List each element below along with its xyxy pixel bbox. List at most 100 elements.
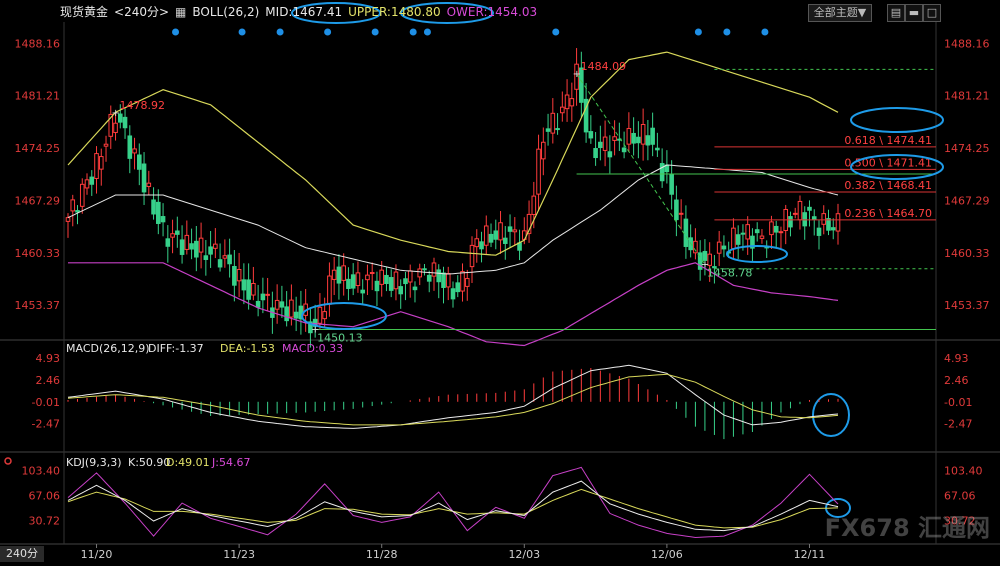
candle-body (792, 212, 798, 215)
candle-body (165, 238, 171, 247)
candle-body (441, 272, 446, 288)
candle-body (754, 229, 760, 234)
candle-body (512, 229, 518, 233)
chart-type-icon[interactable]: ▦ (175, 5, 186, 19)
y-tick-label-right: 1460.33 (944, 247, 990, 260)
kdj-k-line (67, 480, 839, 532)
highlight-ellipse (301, 302, 387, 330)
candle-body (740, 232, 746, 235)
candle-body (113, 122, 118, 134)
candle-body (322, 311, 327, 320)
y-tick-label-left: 1488.16 (15, 37, 61, 50)
candle-body (536, 148, 541, 195)
candle-body (65, 217, 71, 222)
candle-body (640, 124, 646, 145)
candle-body (593, 148, 598, 159)
macd-value-label: MACD:0.33 (282, 342, 343, 355)
candle-body (721, 245, 727, 250)
candle-body (541, 141, 546, 160)
watermark-logo: FX678 汇通网 (825, 514, 990, 542)
candle-body (788, 216, 793, 228)
candle-body (203, 255, 209, 260)
y-tick-label-left: -2.47 (32, 418, 60, 431)
candle-body (136, 154, 142, 170)
candle-body (479, 241, 484, 250)
candle-body (289, 299, 294, 318)
candle-body (483, 225, 489, 246)
candle-body (75, 210, 80, 213)
y-tick-label-left: 30.72 (29, 515, 61, 528)
candle-body (346, 278, 351, 289)
candle-body (555, 128, 560, 131)
boll-upper-value: UPPER:1480.80 (348, 5, 441, 19)
kdj-k-label: K:50.90 (128, 456, 170, 469)
event-marker (694, 28, 702, 36)
candle-body (507, 226, 513, 232)
candle-body (773, 225, 779, 233)
candle-body (493, 230, 499, 240)
theme-select-button[interactable]: 全部主题▼ (808, 4, 872, 22)
candle-body (156, 201, 161, 224)
candle-body (327, 275, 332, 305)
y-tick-label-right: 1481.21 (944, 90, 990, 103)
y-tick-label-right: 103.40 (944, 465, 983, 478)
maximize-button[interactable]: □ (923, 4, 941, 22)
price-annotation: 1458.78 (707, 266, 753, 279)
y-tick-label-right: 4.93 (944, 352, 969, 365)
candle-body (569, 98, 575, 107)
candle-body (626, 128, 632, 145)
candle-body (184, 234, 190, 250)
chart-canvas[interactable]: 1488.16 1488.16 1481.21 1481.21 1474.25 1474.… (0, 0, 1000, 562)
candle-body (631, 132, 636, 144)
candle-body (436, 269, 442, 283)
indicator-name[interactable]: BOLL(26,2) (192, 5, 259, 19)
boll-lower-value: OWER:1454.03 (446, 5, 538, 19)
candle-body (502, 237, 508, 244)
y-tick-label-right: 1453.37 (944, 299, 990, 312)
window-menu-button[interactable]: ▤ (887, 4, 905, 22)
candle-body (213, 243, 218, 249)
event-marker (371, 28, 379, 36)
candle-body (683, 218, 689, 247)
candle-body (669, 174, 674, 195)
candle-body (403, 278, 408, 285)
candle-body (132, 148, 137, 154)
candle-body (417, 268, 423, 278)
candle-body (598, 141, 603, 149)
candle-body (636, 136, 641, 144)
candle-body (260, 293, 266, 301)
event-marker (409, 28, 417, 36)
candle-body (769, 221, 774, 236)
candle-body (374, 280, 380, 292)
candle-body (384, 274, 389, 285)
kdj-j-label: J:54.67 (211, 456, 250, 469)
highlight-ellipse (850, 107, 944, 133)
candle-body (716, 241, 722, 254)
highlight-ellipse (726, 245, 788, 263)
x-tick-label: 11/28 (366, 548, 398, 561)
candle-body (731, 227, 736, 250)
period-tab[interactable]: 240分 (0, 546, 44, 562)
candle-body (170, 233, 175, 238)
candle-body (217, 259, 223, 268)
kdj-title: KDJ(9,3,3) (66, 456, 122, 469)
kdj-j-line (67, 466, 839, 539)
y-tick-label-left: 103.40 (22, 465, 61, 478)
y-tick-label-left: 1453.37 (15, 299, 61, 312)
macd-dea-label: DEA:-1.53 (220, 342, 275, 355)
candle-body (398, 286, 404, 295)
y-tick-label-left: 1467.29 (15, 194, 61, 207)
minimize-button[interactable]: ▬ (905, 4, 923, 22)
candle-body (607, 151, 613, 158)
candle-body (431, 262, 437, 277)
candle-body (255, 300, 261, 308)
candle-body (488, 233, 494, 243)
y-tick-label-left: 4.93 (36, 352, 61, 365)
event-marker (324, 28, 332, 36)
candle-body (189, 243, 194, 250)
candle-body (79, 183, 85, 207)
candle-body (588, 131, 594, 139)
candle-body (151, 199, 156, 215)
price-annotation: 1478.92 (120, 99, 165, 112)
chart-header: 现货黄金 <240分> ▦ BOLL(26,2) MID:1467.41 UPPER:14… (60, 3, 543, 21)
